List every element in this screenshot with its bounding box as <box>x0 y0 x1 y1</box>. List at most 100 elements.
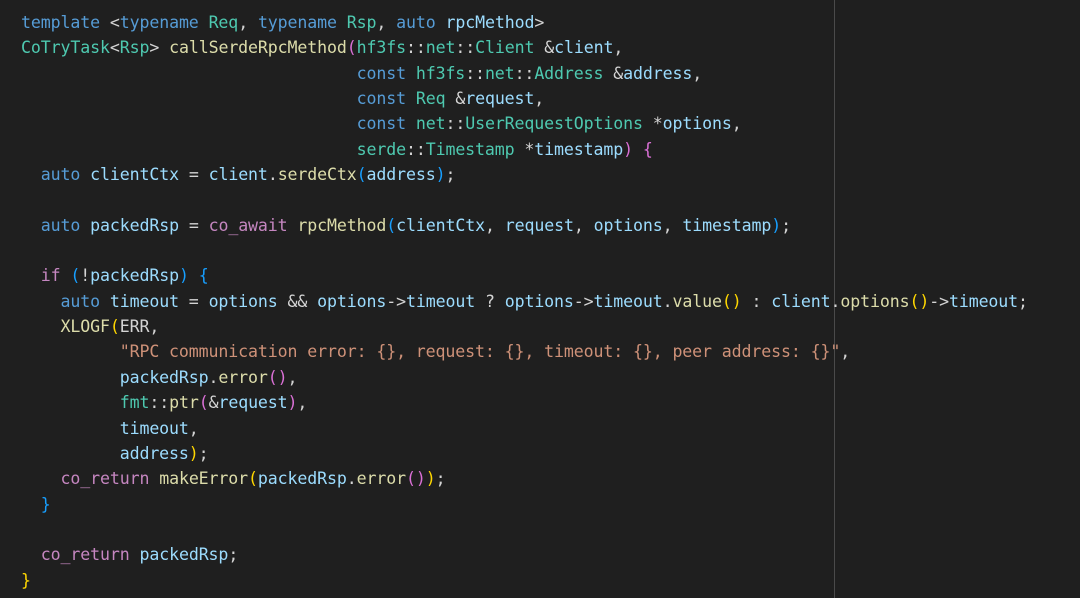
code-token: , <box>662 215 683 235</box>
code-line[interactable]: template <typename Req, typename Rsp, au… <box>21 10 1028 35</box>
code-token: Rsp <box>346 13 377 32</box>
code-token: & <box>534 38 555 58</box>
code-token: hf3fs <box>356 38 406 58</box>
code-line[interactable]: const net::UserRequestOptions *options, <box>21 111 1028 136</box>
code-token: , <box>376 13 397 32</box>
code-token: request <box>218 393 288 413</box>
code-line[interactable]: const hf3fs::net::Address &address, <box>21 61 1028 86</box>
code-token: packedRsp <box>90 215 179 235</box>
code-token: ( <box>386 215 397 235</box>
code-line[interactable]: serde::Timestamp *timestamp) { <box>21 137 1028 162</box>
code-token: , <box>188 418 199 438</box>
code-token: ERR, <box>119 317 160 337</box>
code-line[interactable]: "RPC communication error: {}, request: {… <box>21 339 1028 364</box>
code-line[interactable]: fmt::ptr(&request), <box>21 390 1028 415</box>
code-token: client <box>208 165 268 185</box>
code-line[interactable]: const Req &request, <box>21 86 1028 111</box>
code-line[interactable]: timeout, <box>21 416 1028 441</box>
code-token: , <box>573 215 594 235</box>
code-token: } <box>40 494 51 514</box>
code-token: , <box>484 215 505 235</box>
code-token: * <box>514 139 535 159</box>
code-line[interactable]: packedRsp.error(), <box>21 365 1028 390</box>
code-token: < <box>99 13 120 32</box>
code-token: timestamp <box>682 215 772 235</box>
code-line[interactable]: auto timeout = options && options->timeo… <box>21 289 1028 314</box>
code-token: const <box>356 63 406 83</box>
code-line[interactable]: auto clientCtx = client.serdeCtx(address… <box>21 162 1028 187</box>
code-token: packedRsp <box>257 469 347 489</box>
code-token: auto <box>40 215 81 235</box>
code-token: clientCtx <box>396 215 485 235</box>
code-token: ) <box>188 443 199 463</box>
code-token: ) <box>425 469 436 489</box>
code-token: Rsp <box>119 38 150 58</box>
code-token: & <box>603 63 624 83</box>
code-line[interactable]: co_return packedRsp; <box>21 542 1028 567</box>
code-token: ) <box>287 393 298 413</box>
code-token: { <box>642 139 653 159</box>
code-line[interactable]: CoTryTask<Rsp> callSerdeRpcMethod(hf3fs:… <box>21 35 1028 60</box>
code-token: error <box>218 367 268 387</box>
code-editor[interactable]: template <typename Req, typename Rsp, au… <box>0 0 1080 598</box>
code-token: fmt <box>119 393 150 413</box>
code-line[interactable] <box>21 517 1028 542</box>
code-token: , <box>613 38 624 58</box>
code-token: & <box>208 393 219 413</box>
code-token: makeError <box>159 469 249 489</box>
code-token: options <box>317 291 387 311</box>
code-token: auto <box>40 165 81 185</box>
code-token: client <box>771 291 831 311</box>
code-token: , <box>287 367 298 387</box>
code-token: address <box>119 443 189 463</box>
code-token: = <box>178 215 209 235</box>
code-token: , <box>731 114 742 134</box>
code-token: ; <box>445 165 456 185</box>
code-token: > <box>149 38 170 58</box>
code-token: , <box>297 393 308 413</box>
code-line[interactable]: address); <box>21 441 1028 466</box>
code-line[interactable]: if (!packedRsp) { <box>21 263 1028 288</box>
code-token: value <box>672 291 722 311</box>
code-token: callSerdeRpcMethod <box>169 38 347 58</box>
code-token: co_return <box>60 469 150 489</box>
code-token: hf3fs <box>415 63 466 83</box>
code-token: ( <box>356 165 367 185</box>
code-token: ! <box>80 266 91 286</box>
code-line[interactable]: } <box>21 568 1028 593</box>
code-line[interactable]: XLOGF(ERR, <box>21 314 1028 339</box>
code-line[interactable] <box>21 187 1028 212</box>
code-token: const <box>356 114 406 134</box>
code-line[interactable] <box>21 238 1028 263</box>
code-token: = <box>178 291 209 311</box>
code-area[interactable]: template <typename Req, typename Rsp, au… <box>21 10 1028 593</box>
code-token: ; <box>1018 291 1028 311</box>
code-token: , <box>840 342 851 362</box>
code-token: packedRsp <box>139 545 229 565</box>
code-line[interactable]: } <box>21 492 1028 517</box>
code-token: options <box>840 291 910 311</box>
code-token: ( <box>198 393 209 413</box>
code-token: address <box>623 63 693 83</box>
code-line[interactable]: auto packedRsp = co_await rpcMethod(clie… <box>21 213 1028 238</box>
code-token: :: <box>445 114 466 134</box>
code-token: request <box>504 215 574 235</box>
code-line[interactable]: co_return makeError(packedRsp.error()); <box>21 466 1028 491</box>
code-token: :: <box>465 63 485 83</box>
code-token: && <box>277 291 318 311</box>
code-token: Timestamp <box>425 139 515 159</box>
